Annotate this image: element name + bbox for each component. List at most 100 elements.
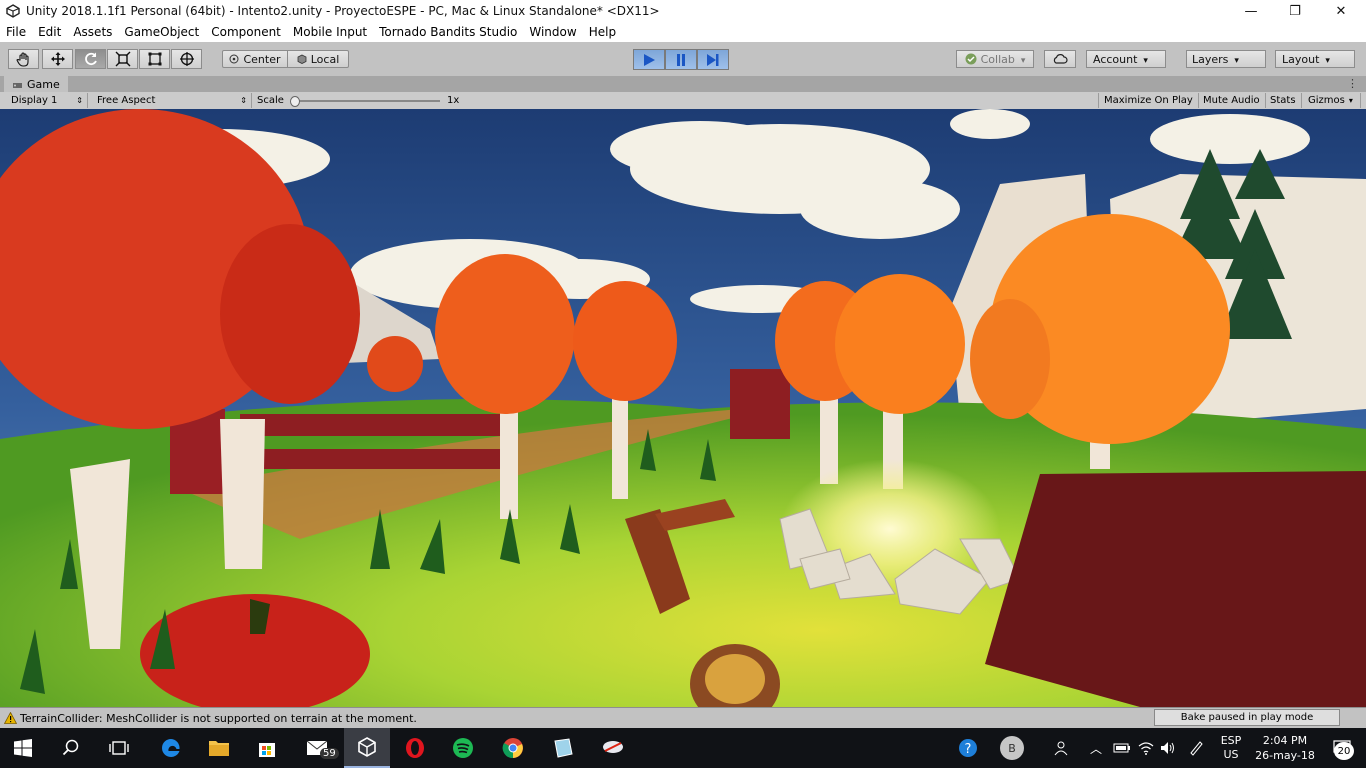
scale-slider[interactable] — [294, 100, 440, 102]
volume-button[interactable] — [1158, 728, 1178, 768]
scale-control: Scale 1x — [252, 93, 467, 108]
game-app-button[interactable] — [590, 728, 636, 768]
cloud-icon — [1053, 54, 1068, 64]
notes-app-icon — [554, 738, 573, 758]
warning-icon — [4, 712, 17, 724]
wifi-button[interactable] — [1136, 728, 1156, 768]
aspect-label: Free Aspect — [97, 95, 156, 106]
pivot-toggle-button[interactable]: Center — [222, 50, 288, 68]
collab-button[interactable]: Collab — [956, 50, 1034, 68]
close-button[interactable]: ✕ — [1318, 0, 1364, 22]
chrome-icon — [502, 738, 523, 759]
chrome-app-button[interactable] — [490, 728, 536, 768]
menu-edit[interactable]: Edit — [32, 25, 67, 39]
spotify-app-button[interactable] — [440, 728, 486, 768]
rotate-tool-button[interactable] — [75, 49, 106, 69]
step-icon — [707, 53, 719, 66]
hand-tool-button[interactable] — [8, 49, 39, 69]
action-center-button[interactable]: 20 — [1322, 728, 1362, 768]
notes-app-button[interactable] — [540, 728, 586, 768]
battery-icon — [1113, 743, 1130, 753]
tab-menu-icon[interactable]: ⋮ — [1347, 77, 1358, 90]
display-dropdown[interactable]: Display 1 ⇕ — [6, 93, 88, 108]
taskbar: 59 ? B ︿ ESP US 2:04 PM 26-may-18 20 — [0, 728, 1366, 768]
user-avatar[interactable]: B — [998, 728, 1026, 768]
pen-button[interactable] — [1186, 728, 1206, 768]
start-button[interactable] — [0, 728, 46, 768]
play-button[interactable] — [633, 49, 665, 70]
windows-start-icon — [14, 739, 32, 757]
opera-app-button[interactable] — [392, 728, 438, 768]
layers-dropdown[interactable]: Layers — [1186, 50, 1266, 68]
menu-gameobject[interactable]: GameObject — [118, 25, 205, 39]
menu-window[interactable]: Window — [523, 25, 582, 39]
game-view-toolbar: Display 1 ⇕ Free Aspect ⇕ Scale 1x Maxim… — [0, 92, 1366, 110]
game-tab-icon — [13, 82, 22, 88]
store-icon — [259, 743, 275, 757]
rect-tool-button[interactable] — [139, 49, 170, 69]
layout-dropdown[interactable]: Layout — [1275, 50, 1355, 68]
maximize-icon: ❐ — [1289, 3, 1301, 19]
mute-audio-toggle[interactable]: Mute Audio — [1198, 93, 1266, 108]
scale-tool-icon — [115, 51, 130, 67]
scale-label: Scale — [257, 95, 284, 106]
people-icon — [1054, 741, 1068, 756]
stats-toggle[interactable]: Stats — [1265, 93, 1302, 108]
move-tool-button[interactable] — [42, 49, 73, 69]
language-indicator[interactable]: ESP US — [1216, 728, 1246, 768]
toolbar: Center Local Collab Account Layers Layou… — [0, 42, 1366, 77]
menu-tornado-bandits-studio[interactable]: Tornado Bandits Studio — [373, 25, 523, 39]
gizmos-dropdown[interactable]: Gizmos ▾ — [1303, 93, 1361, 108]
pause-button[interactable] — [665, 49, 697, 70]
menu-mobile-input[interactable]: Mobile Input — [287, 25, 373, 39]
step-button[interactable] — [697, 49, 729, 70]
stats-label: Stats — [1270, 95, 1296, 106]
cloud-button[interactable] — [1044, 50, 1076, 68]
game-viewport[interactable] — [0, 109, 1366, 707]
tray-expand-button[interactable]: ︿ — [1088, 728, 1104, 768]
maximize-button[interactable]: ❐ — [1272, 0, 1318, 22]
unity-app-button[interactable] — [344, 728, 390, 768]
task-view-button[interactable] — [96, 728, 142, 768]
store-button[interactable] — [244, 728, 290, 768]
edge-app-button[interactable] — [148, 728, 194, 768]
console-status-message[interactable]: TerrainCollider: MeshCollider is not sup… — [20, 712, 417, 725]
menu-component[interactable]: Component — [205, 25, 287, 39]
pen-ink-icon — [1190, 741, 1203, 756]
search-button[interactable] — [48, 728, 94, 768]
menu-help[interactable]: Help — [583, 25, 622, 39]
transform-tool-icon — [179, 52, 194, 66]
unity-icon — [358, 737, 376, 757]
minimize-button[interactable]: — — [1228, 0, 1274, 22]
bake-status-label: Bake paused in play mode — [1180, 712, 1314, 723]
maximize-on-play-toggle[interactable]: Maximize On Play — [1098, 93, 1199, 108]
mail-app-button[interactable]: 59 — [294, 728, 340, 768]
menu-file[interactable]: File — [0, 25, 32, 39]
gizmos-label: Gizmos — [1308, 95, 1345, 106]
tab-game[interactable]: Game — [4, 76, 68, 92]
account-dropdown[interactable]: Account — [1086, 50, 1166, 68]
layout-label: Layout — [1282, 53, 1330, 66]
dropdown-arrow-icon: ⇕ — [240, 96, 247, 105]
people-button[interactable] — [1050, 728, 1072, 768]
space-toggle-button[interactable]: Local — [287, 50, 349, 68]
transform-tool-button[interactable] — [171, 49, 202, 69]
clock-time: 2:04 PM — [1262, 734, 1308, 747]
help-icon: ? — [959, 739, 977, 757]
spotify-icon — [453, 738, 473, 758]
title-bar: Unity 2018.1.1f1 Personal (64bit) - Inte… — [0, 0, 1366, 22]
battery-button[interactable] — [1112, 728, 1132, 768]
dropdown-arrow-icon: ⇕ — [76, 96, 83, 105]
help-tray-button[interactable]: ? — [956, 728, 980, 768]
scale-slider-thumb[interactable] — [290, 96, 300, 107]
aspect-dropdown[interactable]: Free Aspect ⇕ — [92, 93, 252, 108]
cube-icon — [297, 54, 307, 64]
clock[interactable]: 2:04 PM 26-may-18 — [1252, 728, 1318, 768]
wifi-icon — [1138, 742, 1154, 755]
bake-status: Bake paused in play mode — [1154, 709, 1340, 726]
scale-tool-button[interactable] — [107, 49, 138, 69]
search-icon — [62, 739, 79, 756]
file-explorer-button[interactable] — [196, 728, 242, 768]
display-label: Display 1 — [11, 95, 58, 106]
menu-assets[interactable]: Assets — [67, 25, 118, 39]
